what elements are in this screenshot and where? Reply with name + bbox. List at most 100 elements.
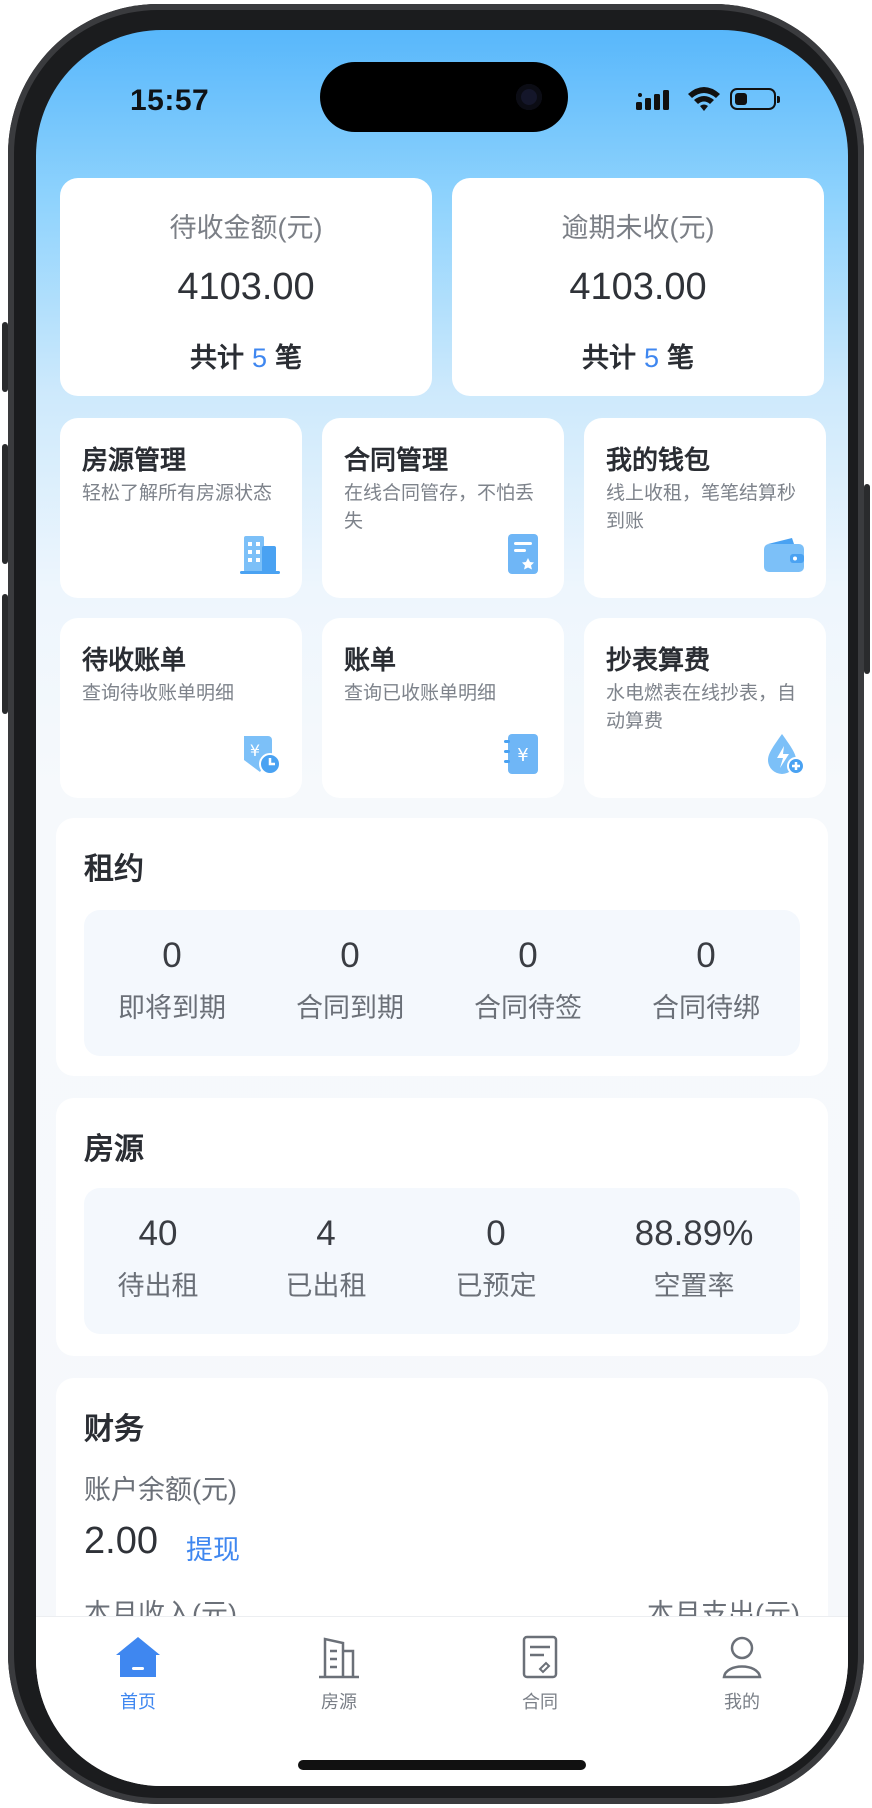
stat-contract-to-bind[interactable]: 0 合同待绑 [618, 936, 794, 1025]
balance-label: 账户余额(元) [84, 1475, 237, 1505]
feature-desc: 水电燃表在线抄表，自动算费 [606, 683, 797, 732]
stat-label: 待出租 [117, 1271, 199, 1301]
user-icon [722, 1636, 762, 1679]
feature-title: 我的钱包 [606, 445, 711, 475]
overdue-amount-label: 逾期未收(元) [561, 213, 715, 243]
home-icon [116, 1637, 160, 1677]
action-button [2, 322, 8, 392]
stat-value: 88.89% [634, 1214, 754, 1253]
withdraw-link[interactable]: 提现 [186, 1528, 240, 1567]
stat-contract-expired[interactable]: 0 合同到期 [262, 936, 438, 1025]
screen: 15:57 待收金额(元) 4103.00 共计 5 笔 逾期未收(元) 410… [36, 30, 848, 1786]
feature-contract-management[interactable]: 合同管理 在线合同管存，不怕丢失 [322, 418, 564, 598]
stat-value: 0 [518, 936, 538, 975]
feature-meter-reading[interactable]: 抄表算费 水电燃表在线抄表，自动算费 [584, 618, 826, 798]
stat-value: 40 [138, 1214, 178, 1253]
count-number: 5 [251, 343, 268, 373]
bill-icon: ¥ [504, 734, 538, 774]
feature-bills[interactable]: 账单 查询已收账单明细 ¥ [322, 618, 564, 798]
section-title: 财务 [84, 1413, 144, 1446]
contract-icon [522, 1635, 558, 1679]
count-suffix: 笔 [667, 343, 695, 373]
svg-text:¥: ¥ [517, 745, 528, 766]
feature-desc: 查询已收账单明细 [344, 683, 497, 704]
pending-amount-value: 4103.00 [177, 266, 315, 308]
feature-title: 合同管理 [344, 445, 449, 475]
battery-icon [730, 88, 780, 110]
volume-up-button [2, 444, 8, 564]
phone-frame: 15:57 待收金额(元) 4103.00 共计 5 笔 逾期未收(元) 410… [2, 4, 870, 1804]
feature-desc: 轻松了解所有房源状态 [82, 483, 273, 504]
tab-mine[interactable]: 我的 [682, 1635, 802, 1714]
status-bar: 15:57 [36, 30, 848, 140]
stat-label: 已预定 [455, 1271, 537, 1301]
building-icon [319, 1637, 359, 1679]
feature-title: 账单 [344, 645, 397, 675]
property-section: 房源 40 待出租 4 已出租 0 已预定 88.89% 空置率 [56, 1098, 828, 1356]
overdue-amount-value: 4103.00 [569, 266, 707, 308]
tab-contract[interactable]: 合同 [480, 1635, 600, 1714]
meter-icon [768, 734, 805, 775]
status-time: 15:57 [130, 84, 210, 117]
stat-label: 合同到期 [296, 993, 404, 1023]
stat-value: 0 [340, 936, 360, 975]
building-icon [240, 536, 280, 574]
count-suffix: 笔 [275, 343, 303, 373]
stat-expiring-soon[interactable]: 0 即将到期 [84, 936, 260, 1025]
stat-contract-to-sign[interactable]: 0 合同待签 [440, 936, 616, 1025]
pending-amount-label: 待收金额(元) [169, 213, 323, 243]
svg-text:¥: ¥ [250, 741, 260, 760]
stat-value: 0 [162, 936, 182, 975]
property-stats: 40 待出租 4 已出租 0 已预定 88.89% 空置率 [84, 1188, 800, 1334]
tab-label: 合同 [522, 1692, 558, 1712]
tab-label: 首页 [120, 1692, 156, 1712]
stat-rented[interactable]: 4 已出租 [252, 1214, 400, 1303]
home-indicator[interactable] [298, 1760, 586, 1770]
pending-amount-card[interactable]: 待收金额(元) 4103.00 共计 5 笔 [60, 178, 432, 396]
stat-reserved[interactable]: 0 已预定 [422, 1214, 570, 1303]
camera-icon [516, 84, 542, 110]
pending-count: 共计 5 笔 [60, 336, 432, 375]
section-title: 房源 [84, 1133, 144, 1166]
wifi-icon [688, 87, 720, 111]
feature-title: 待收账单 [82, 645, 187, 675]
stat-value: 4 [316, 1214, 336, 1253]
stat-for-rent[interactable]: 40 待出租 [84, 1214, 232, 1303]
stat-label: 已出租 [285, 1271, 367, 1301]
power-button [864, 484, 870, 674]
feature-my-wallet[interactable]: 我的钱包 线上收租，笔笔结算秒到账 [584, 418, 826, 598]
cellular-signal-icon [636, 90, 669, 110]
stat-label: 合同待绑 [652, 993, 760, 1023]
stat-label: 合同待签 [474, 993, 582, 1023]
feature-property-management[interactable]: 房源管理 轻松了解所有房源状态 [60, 418, 302, 598]
tab-home[interactable]: 首页 [78, 1635, 198, 1714]
tab-property[interactable]: 房源 [279, 1635, 399, 1714]
stat-value: 0 [696, 936, 716, 975]
stat-label: 即将到期 [118, 993, 226, 1023]
pending-bill-icon: ¥ [244, 736, 281, 775]
overdue-count: 共计 5 笔 [452, 336, 824, 375]
dynamic-island [320, 62, 568, 132]
feature-title: 房源管理 [82, 445, 187, 475]
tab-label: 房源 [321, 1692, 357, 1712]
contract-icon [508, 534, 538, 574]
stat-value: 0 [486, 1214, 506, 1253]
feature-title: 抄表算费 [606, 645, 711, 675]
finance-section: 财务 账户余额(元) 2.00 提现 本月收入(元) 本月支出(元) [56, 1378, 828, 1638]
count-number: 5 [643, 343, 660, 373]
overdue-amount-card[interactable]: 逾期未收(元) 4103.00 共计 5 笔 [452, 178, 824, 396]
wallet-icon [764, 538, 804, 572]
tab-label: 我的 [724, 1692, 760, 1712]
feature-desc: 在线合同管存，不怕丢失 [344, 483, 535, 532]
feature-desc: 线上收租，笔笔结算秒到账 [606, 483, 797, 532]
count-prefix: 共计 [189, 343, 244, 373]
section-title: 租约 [84, 853, 144, 886]
lease-section: 租约 0 即将到期 0 合同到期 0 合同待签 0 合同待绑 [56, 818, 828, 1076]
volume-down-button [2, 594, 8, 714]
count-prefix: 共计 [581, 343, 636, 373]
balance-value: 2.00 [84, 1520, 158, 1562]
stat-label: 空置率 [653, 1271, 735, 1301]
feature-pending-bills[interactable]: 待收账单 查询待收账单明细 ¥ [60, 618, 302, 798]
stat-vacancy-rate[interactable]: 88.89% 空置率 [594, 1214, 794, 1303]
feature-desc: 查询待收账单明细 [82, 683, 235, 704]
